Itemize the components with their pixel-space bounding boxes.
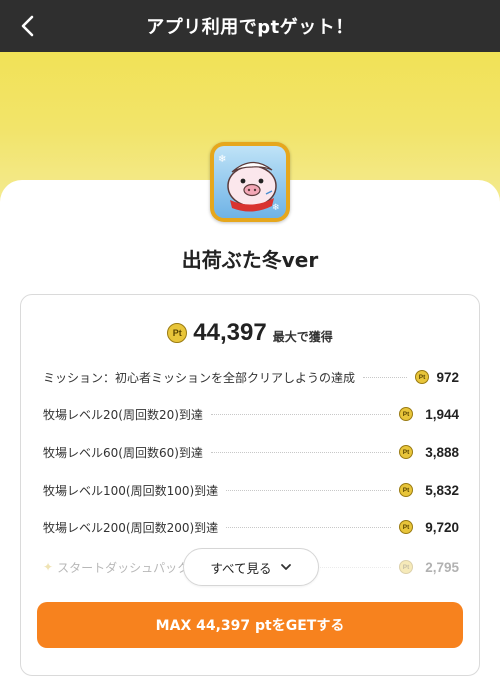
- leader-dots: [226, 526, 391, 528]
- svg-text:❄: ❄: [218, 154, 226, 165]
- get-points-button[interactable]: MAX 44,397 ptをGETする: [37, 602, 463, 648]
- reward-card: Pt 44,397 最大で獲得 ミッション：初心者ミッションを全部クリアしようの…: [20, 294, 480, 676]
- pt-coin-icon: Pt: [399, 560, 413, 574]
- app-icon: ❄ ❄: [210, 142, 290, 222]
- chevron-left-icon: [21, 15, 34, 37]
- pig-mascot-icon: ❄ ❄: [218, 154, 280, 213]
- mission-label: スタートダッシュパック: [57, 560, 190, 575]
- mission-points: 3,888: [425, 444, 459, 460]
- pt-coin-icon: Pt: [167, 323, 188, 343]
- mission-label: ミッション：初心者ミッションを全部クリアしようの達成: [43, 370, 356, 385]
- pt-coin-icon: Pt: [399, 483, 413, 497]
- leader-dots: [226, 489, 391, 491]
- mission-points: 2,795: [425, 559, 459, 575]
- mission-item: 牧場レベル60(周回数60)到達 Pt 3,888: [43, 442, 459, 462]
- back-button[interactable]: [14, 12, 42, 40]
- total-points: 44,397: [193, 319, 267, 346]
- svg-text:❄: ❄: [272, 203, 280, 213]
- mission-points: 5,832: [425, 482, 459, 498]
- leader-dots: [210, 451, 391, 453]
- mission-points: 9,720: [425, 519, 459, 535]
- mission-label: 牧場レベル100(周回数100)到達: [43, 483, 219, 498]
- page-title: アプリ利用でptゲット！: [146, 17, 354, 38]
- app-name: 出荷ぶた冬ver: [181, 248, 319, 272]
- mission-item: 牧場レベル100(周回数100)到達 Pt 5,832: [43, 480, 459, 500]
- chevron-down-icon: [280, 564, 291, 570]
- mission-item: 牧場レベル20(周回数20)到達 Pt 1,944: [43, 404, 459, 424]
- pt-coin-icon: Pt: [415, 370, 429, 384]
- see-all-button[interactable]: すべて見る: [183, 548, 319, 586]
- mission-item: 牧場レベル200(周回数200)到達 Pt 9,720: [43, 517, 459, 537]
- pt-coin-icon: Pt: [399, 445, 413, 459]
- mission-item: ミッション：初心者ミッションを全部クリアしようの達成 Pt 972: [43, 367, 459, 387]
- see-all-label: すべて見る: [210, 560, 272, 576]
- sparkle-icon: ✦: [43, 560, 54, 574]
- mission-label: 牧場レベル200(周回数200)到達: [43, 520, 219, 535]
- total-reward: Pt 44,397 最大で獲得: [21, 319, 479, 347]
- total-suffix: 最大で獲得: [272, 329, 333, 344]
- mission-points: 972: [436, 369, 459, 385]
- leader-dots: [363, 376, 407, 378]
- leader-dots: [210, 413, 391, 415]
- mission-label: 牧場レベル60(周回数60)到達: [43, 445, 203, 460]
- pt-coin-icon: Pt: [399, 520, 413, 534]
- pt-coin-icon: Pt: [399, 407, 413, 421]
- mission-label: 牧場レベル20(周回数20)到達: [43, 407, 203, 422]
- top-bar: アプリ利用でptゲット！: [0, 0, 500, 52]
- mission-points: 1,944: [425, 406, 459, 422]
